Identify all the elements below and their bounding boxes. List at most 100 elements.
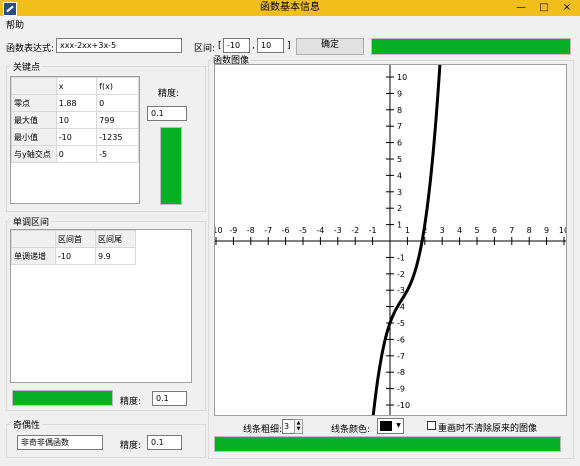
line-color-select[interactable]: ▼ <box>377 418 404 434</box>
table-row[interactable]: 最大值 10 799 <box>11 111 139 129</box>
y-tick-label: 8 <box>397 106 402 115</box>
line-width-label: 线条粗细: <box>243 425 283 435</box>
y-tick-label: 6 <box>397 139 402 148</box>
table-row[interactable]: 零点 1.88 0 <box>11 94 139 112</box>
parity-title: 奇偶性 <box>11 418 43 431</box>
y-tick-label: 5 <box>397 155 402 164</box>
key-points-precision-input[interactable]: 0.1 <box>147 106 187 121</box>
maximize-button[interactable]: □ <box>533 0 555 16</box>
table-header-row: x f(x) <box>11 77 139 95</box>
row-header: 零点 <box>11 94 57 112</box>
x-tick-label: 10 <box>559 226 566 235</box>
confirm-button[interactable]: 确定 <box>296 38 364 55</box>
chevron-down-icon[interactable]: ▼ <box>394 419 403 433</box>
y-tick-label: -1 <box>397 253 405 262</box>
y-tick-label: -7 <box>397 352 405 361</box>
monotonic-precision-input[interactable]: 0.1 <box>152 391 187 406</box>
expression-input[interactable]: xxx-2xx+3x-5 <box>56 38 182 53</box>
expression-label: 函数表达式: <box>6 44 55 54</box>
close-button[interactable]: × <box>556 0 578 16</box>
x-tick-label: 8 <box>527 226 532 235</box>
range-min-input[interactable]: -10 <box>223 38 250 53</box>
row-header: 单调递增 <box>11 247 56 265</box>
row-header: 与y轴交点 <box>11 145 57 163</box>
top-progress-bar <box>371 38 571 55</box>
x-tick-label: -1 <box>369 226 377 235</box>
y-tick-label: -6 <box>397 335 405 344</box>
key-points-progress-bar <box>160 127 182 205</box>
monotonic-table-box: 区间首 区间尾 单调递增 -10 9.9 <box>10 229 192 383</box>
table-row[interactable]: 单调递增 -10 9.9 <box>11 247 136 265</box>
y-tick-label: 3 <box>397 188 402 197</box>
table-cell: 10 <box>55 111 98 129</box>
table-header-row: 区间首 区间尾 <box>11 230 136 248</box>
x-tick-label: -2 <box>351 226 359 235</box>
table-cell: 1.88 <box>55 94 98 112</box>
key-points-table: x f(x) 零点 1.88 0 最大值 10 799 最小值 -10 -123… <box>11 77 139 163</box>
y-tick-label: 4 <box>397 171 402 180</box>
range-open-bracket: [ <box>218 41 222 51</box>
function-plot[interactable]: -10 -9 -8 -7 -6 -5 -4 -3 -2 -1 1 2 3 4 5 6 7 8 9 10 10 9 8 7 6 5 4… <box>214 64 567 416</box>
monotonic-table: 区间首 区间尾 单调递增 -10 9.9 <box>11 230 136 265</box>
y-tick-label: 1 <box>397 221 402 230</box>
key-points-precision-label: 精度: <box>158 89 180 99</box>
parity-value-field[interactable]: 非奇非偶函数 <box>17 435 103 450</box>
column-header: 区间尾 <box>95 230 136 248</box>
table-cell: -5 <box>96 145 139 163</box>
y-tick-label: -8 <box>397 368 405 377</box>
x-tick-label: -5 <box>299 226 307 235</box>
table-cell: -1235 <box>96 128 139 146</box>
spinner-down-icon[interactable]: ▼ <box>295 426 302 432</box>
table-cell: 0 <box>55 145 98 163</box>
line-width-spinner[interactable]: ▲ ▼ <box>294 419 303 434</box>
x-tick-label: -7 <box>264 226 272 235</box>
y-tick-label: 2 <box>397 204 402 213</box>
range-separator: , <box>252 41 255 51</box>
menu-help[interactable]: 帮助 <box>6 18 24 31</box>
plot-svg: -10 -9 -8 -7 -6 -5 -4 -3 -2 -1 1 2 3 4 5 6 7 8 9 10 10 9 8 7 6 5 4… <box>215 65 566 415</box>
monotonic-progress-bar <box>12 390 113 406</box>
monotonic-title: 单调区间 <box>11 215 52 228</box>
x-tick-label: 4 <box>457 226 462 235</box>
x-tick-label: 9 <box>544 226 549 235</box>
x-tick-label: 5 <box>474 226 479 235</box>
color-swatch <box>380 421 392 431</box>
x-tick-label: 6 <box>492 226 497 235</box>
y-tick-label: -2 <box>397 270 405 279</box>
table-row[interactable]: 最小值 -10 -1235 <box>11 128 139 146</box>
redraw-checkbox[interactable] <box>427 421 436 430</box>
line-color-label: 线条颜色: <box>331 425 371 435</box>
y-tick-label: 9 <box>397 89 402 98</box>
x-tick-label: 7 <box>509 226 514 235</box>
x-tick-label: -3 <box>334 226 342 235</box>
monotonic-precision-label: 精度: <box>120 397 142 407</box>
key-points-title: 关键点 <box>11 60 43 73</box>
x-tick-label: -8 <box>247 226 255 235</box>
table-cell: 9.9 <box>95 247 136 265</box>
x-tick-label: -10 <box>215 226 223 235</box>
table-cell: 0 <box>96 94 139 112</box>
x-tick-label: -4 <box>316 226 324 235</box>
column-header: f(x) <box>96 77 139 95</box>
y-tick-label: 7 <box>397 122 402 131</box>
row-header: 最大值 <box>11 111 57 129</box>
range-max-input[interactable]: 10 <box>257 38 284 53</box>
y-tick-label: 10 <box>397 73 407 82</box>
x-tick-label: -9 <box>229 226 237 235</box>
window-title: 函数基本信息 <box>260 2 320 13</box>
parity-precision-label: 精度: <box>120 441 142 451</box>
column-header <box>11 230 56 248</box>
column-header: 区间首 <box>55 230 96 248</box>
minimize-button[interactable]: — <box>510 0 532 16</box>
column-header: x <box>55 77 98 95</box>
redraw-label: 重画时不清除原来的图像 <box>438 424 538 434</box>
function-curve <box>371 65 442 415</box>
parity-precision-input[interactable]: 0.1 <box>147 435 182 450</box>
table-row[interactable]: 与y轴交点 0 -5 <box>11 145 139 163</box>
table-cell: -10 <box>55 247 96 265</box>
x-tick-label: -6 <box>282 226 290 235</box>
x-tick-label: 3 <box>440 226 445 235</box>
x-tick-label: 1 <box>405 226 410 235</box>
y-tick-label: -9 <box>397 385 405 394</box>
key-points-table-box: x f(x) 零点 1.88 0 最大值 10 799 最小值 -10 -123… <box>10 76 140 204</box>
